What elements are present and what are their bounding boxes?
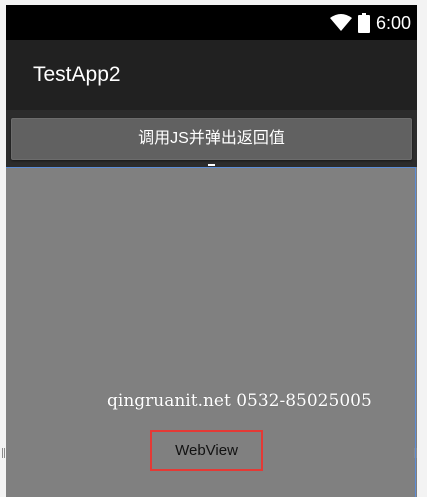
webview[interactable]: qingruanit.net 0532-85025005 WebView xyxy=(6,167,416,497)
call-js-button[interactable]: 调用JS并弹出返回值 xyxy=(11,118,412,160)
left-edge-handle[interactable] xyxy=(2,448,5,458)
watermark-text: qingruanit.net 0532-85025005 xyxy=(107,391,372,411)
status-time: 6:00 xyxy=(375,13,411,33)
status-bar: 6:00 xyxy=(6,5,417,40)
app-title: TestApp2 xyxy=(33,63,121,86)
status-icons: 6:00 xyxy=(329,12,411,34)
app-bar: TestApp2 xyxy=(6,40,417,110)
wifi-icon xyxy=(329,14,352,32)
device-screen: 6:00 TestApp2 调用JS并弹出返回值 qingruanit.net … xyxy=(6,5,417,497)
button-container: 调用JS并弹出返回值 xyxy=(6,110,417,167)
resize-handle[interactable] xyxy=(208,164,215,166)
webview-label: WebView xyxy=(150,430,263,471)
right-edge-handle[interactable] xyxy=(414,448,417,458)
battery-icon xyxy=(357,13,370,33)
